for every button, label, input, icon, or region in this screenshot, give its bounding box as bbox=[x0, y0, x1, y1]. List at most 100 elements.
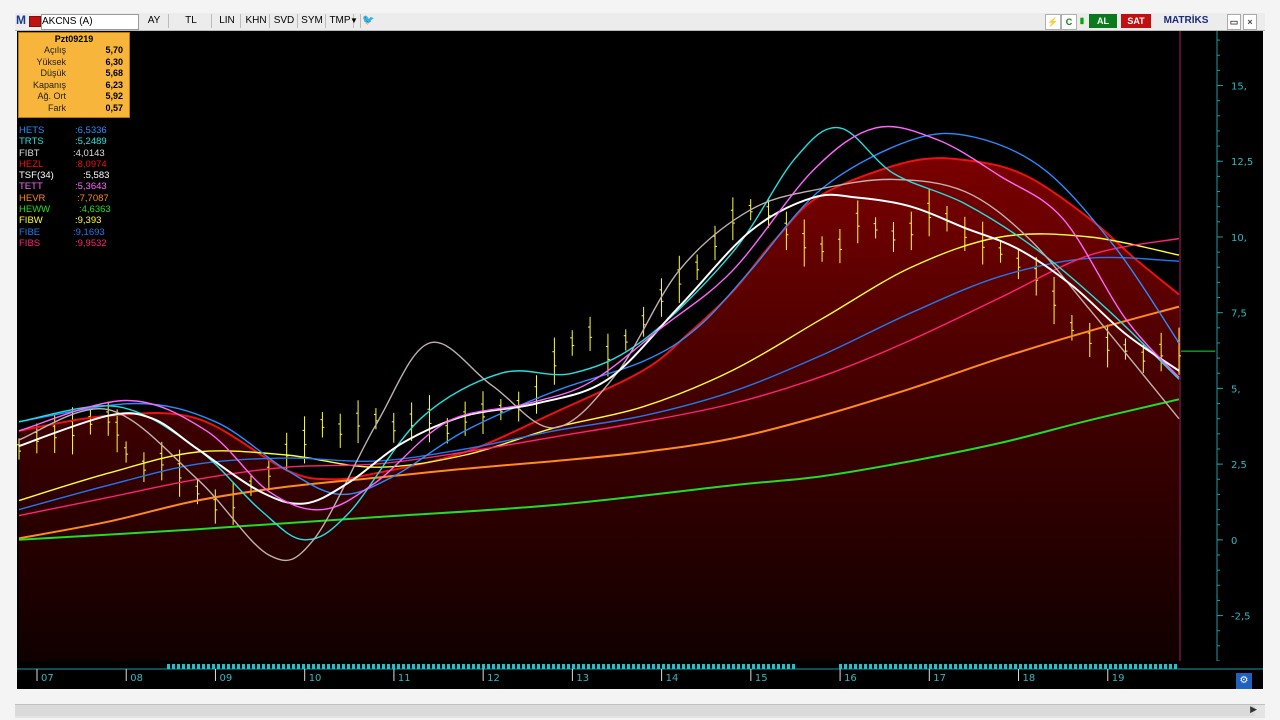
date-tick bbox=[879, 664, 882, 669]
date-tick bbox=[1129, 664, 1132, 669]
date-tick bbox=[282, 664, 285, 669]
date-tick bbox=[402, 664, 405, 669]
date-tick bbox=[1019, 664, 1022, 669]
y-tick-label: 5, bbox=[1231, 384, 1241, 395]
legend-value: :8,0974 bbox=[75, 158, 107, 170]
price-bar bbox=[356, 400, 361, 444]
dropdown-arrow-icon[interactable]: ▼ bbox=[348, 14, 361, 28]
date-tick bbox=[442, 664, 445, 669]
date-tick bbox=[587, 664, 590, 669]
date-tick bbox=[637, 664, 640, 669]
date-tick bbox=[662, 664, 665, 669]
price-bar bbox=[588, 316, 593, 351]
svd-button[interactable]: SVD bbox=[271, 14, 298, 28]
date-tick bbox=[357, 664, 360, 669]
date-tick bbox=[1164, 664, 1167, 669]
date-tick bbox=[207, 664, 210, 669]
y-tick-label: 12,5 bbox=[1231, 157, 1253, 168]
date-tick bbox=[727, 664, 730, 669]
close-icon[interactable]: × bbox=[1243, 14, 1257, 30]
refresh-icon[interactable]: C bbox=[1061, 14, 1077, 30]
settings-icon[interactable]: ⚙ bbox=[1236, 673, 1252, 689]
legend-item: HEVR:7,7087 bbox=[19, 193, 149, 204]
date-tick bbox=[437, 664, 440, 669]
sym-button[interactable]: SYM bbox=[299, 14, 326, 28]
date-tick bbox=[994, 664, 997, 669]
info-row: Kapanış 6,23 bbox=[19, 80, 129, 92]
date-tick bbox=[984, 664, 987, 669]
date-tick bbox=[969, 664, 972, 669]
price-bar bbox=[713, 225, 717, 261]
date-tick bbox=[407, 664, 410, 669]
date-tick bbox=[547, 664, 550, 669]
horizontal-scrollbar[interactable]: ▶ bbox=[15, 704, 1265, 718]
symbol-selector[interactable]: AKCNS (A) bbox=[41, 14, 139, 30]
date-tick bbox=[612, 664, 615, 669]
legend-value: :9,1693 bbox=[73, 226, 105, 238]
date-tick bbox=[517, 664, 520, 669]
matriks-logo-icon: M bbox=[16, 13, 26, 27]
info-date: Pzt09219 bbox=[54, 34, 94, 44]
price-chart[interactable]: 15, 12,5 10, 7,5 5, 2,5 0 -2,5 bbox=[17, 31, 1263, 662]
date-tick bbox=[989, 664, 992, 669]
date-tick-label: 18 bbox=[1023, 673, 1036, 684]
legend-value: :5,583 bbox=[83, 170, 110, 182]
currency-button-tl[interactable]: TL bbox=[171, 14, 212, 28]
date-tick bbox=[859, 664, 862, 669]
y-tick-label: 10, bbox=[1231, 233, 1247, 244]
date-tick bbox=[597, 664, 600, 669]
date-tick bbox=[1014, 664, 1017, 669]
date-tick bbox=[322, 664, 325, 669]
scale-button-lin[interactable]: LIN bbox=[214, 14, 241, 28]
date-tick bbox=[397, 664, 400, 669]
period-button-ay[interactable]: AY bbox=[140, 14, 169, 28]
khn-button[interactable]: KHN bbox=[243, 14, 270, 28]
minimize-icon[interactable]: ▭ bbox=[1227, 14, 1241, 30]
date-tick bbox=[387, 664, 390, 669]
legend-value: :5,3643 bbox=[75, 181, 107, 193]
legend-value: :7,7087 bbox=[77, 192, 109, 204]
chart-canvas[interactable]: 15, 12,5 10, 7,5 5, 2,5 0 -2,5 bbox=[17, 31, 1263, 662]
date-tick bbox=[1059, 664, 1062, 669]
date-tick bbox=[1174, 664, 1177, 669]
date-tick bbox=[1139, 664, 1142, 669]
date-tick bbox=[202, 664, 205, 669]
date-tick bbox=[212, 664, 215, 669]
date-tick bbox=[652, 664, 655, 669]
date-tick bbox=[472, 664, 475, 669]
date-tick-label: 13 bbox=[576, 673, 589, 684]
date-tick bbox=[467, 664, 470, 669]
date-tick bbox=[1069, 664, 1072, 669]
date-tick bbox=[487, 664, 490, 669]
scrollbar-thumb[interactable] bbox=[15, 705, 1255, 716]
date-tick bbox=[889, 664, 892, 669]
date-tick bbox=[1039, 664, 1042, 669]
price-bar bbox=[338, 413, 343, 448]
sell-button[interactable]: SAT bbox=[1121, 14, 1151, 28]
price-bar bbox=[570, 330, 575, 356]
date-tick bbox=[217, 664, 220, 669]
price-bar bbox=[730, 197, 735, 241]
info-row: Ağ. Ort 5,92 bbox=[19, 91, 129, 103]
info-label: Kapanış bbox=[32, 79, 66, 90]
date-tick bbox=[457, 664, 460, 669]
ohlc-info-box: Pzt09219 Açılış 5,70 Yüksek 6,30 Düşük 5,68 Ka… bbox=[18, 32, 130, 118]
date-tick bbox=[527, 664, 530, 669]
date-tick bbox=[512, 664, 515, 669]
date-tick bbox=[899, 664, 902, 669]
twitter-icon[interactable]: 🐦 bbox=[362, 14, 374, 28]
date-tick bbox=[1104, 664, 1107, 669]
buy-button[interactable]: AL bbox=[1089, 14, 1117, 28]
price-bar bbox=[552, 337, 557, 385]
date-tick bbox=[297, 664, 300, 669]
legend-name: FIBE bbox=[19, 226, 41, 238]
date-tick bbox=[1109, 664, 1112, 669]
date-tick bbox=[919, 664, 922, 669]
date-tick bbox=[909, 664, 912, 669]
date-tick bbox=[849, 664, 852, 669]
scroll-right-arrow-icon[interactable]: ▶ bbox=[1250, 705, 1257, 715]
price-bar bbox=[320, 411, 325, 438]
date-tick bbox=[447, 664, 450, 669]
date-tick bbox=[934, 664, 937, 669]
lightning-icon[interactable]: ⚡ bbox=[1045, 14, 1061, 30]
